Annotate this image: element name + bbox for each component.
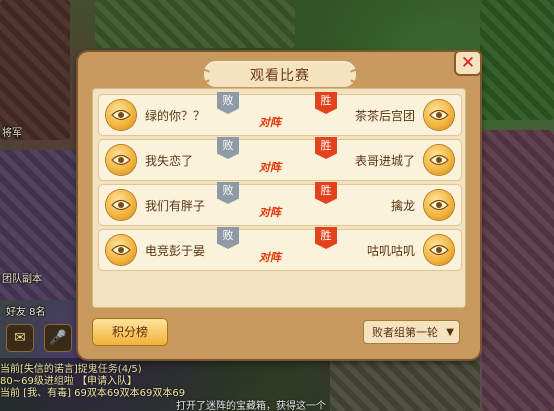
eye-icon [429, 109, 449, 121]
left-player-name: 我们有胖子 [145, 199, 206, 213]
left-player-name: 我失恋了 [145, 154, 194, 168]
round-select-value: 败者组第一轮 [372, 326, 438, 339]
watch-left-button[interactable] [106, 190, 136, 220]
watch-match-dialog: 观看比赛 ✕ 绿的你？？ 败 对阵 胜 茶茶后宫团 我失恋了 败 对阵 胜 表哥… [78, 50, 482, 359]
dialog-title-plate: 观看比赛 [196, 60, 364, 88]
watch-left-button[interactable] [106, 145, 136, 175]
chat-line: 当前 [我、有毒] 69双本69双本69双本69 [0, 388, 186, 399]
bg-label-team-dungeon: 团队副本 [2, 274, 42, 285]
match-row: 绿的你？？ 败 对阵 胜 茶茶后宫团 [98, 92, 462, 136]
chat-line: 打开了迷阵的宝藏箱，获得这一个 [176, 401, 326, 411]
left-player-name: 绿的你？？ [145, 109, 206, 123]
scenery-building-left [0, 0, 70, 140]
vs-label: 对阵 [259, 251, 281, 264]
match-row: 我们有胖子 败 对阵 胜 擒龙 [98, 182, 462, 226]
vs-label: 对阵 [259, 206, 281, 219]
vs-label: 对阵 [259, 161, 281, 174]
scenery-crowd-right [482, 130, 554, 411]
right-player-name: 茶茶后宫团 [354, 109, 415, 123]
bg-label-general: 将军 [2, 128, 22, 139]
watch-right-button[interactable] [424, 190, 454, 220]
match-row: 我失恋了 败 对阵 胜 表哥进城了 [98, 137, 462, 181]
close-icon: ✕ [460, 53, 476, 73]
watch-right-button[interactable] [424, 145, 454, 175]
eye-icon [111, 199, 131, 211]
watch-left-button[interactable] [106, 235, 136, 265]
right-player-name: 表哥进城了 [354, 154, 415, 168]
right-player-name: 咕叽咕叽 [366, 244, 415, 258]
win-flag: 胜 [315, 182, 337, 204]
lose-flag: 败 [217, 182, 239, 204]
eye-icon [111, 109, 131, 121]
eye-icon [111, 154, 131, 166]
eye-icon [429, 244, 449, 256]
vs-label: 对阵 [259, 116, 281, 129]
lose-flag: 败 [217, 92, 239, 114]
dialog-title: 观看比赛 [250, 68, 310, 84]
scenery-tree-right [480, 0, 554, 120]
close-button[interactable]: ✕ [454, 50, 482, 76]
watch-right-button[interactable] [424, 235, 454, 265]
leaderboard-button[interactable]: 积分榜 [92, 318, 168, 346]
watch-right-button[interactable] [424, 100, 454, 130]
microphone-icon[interactable]: 🎤 [44, 324, 72, 352]
win-flag: 胜 [315, 137, 337, 159]
round-select[interactable]: 败者组第一轮 ▼ [363, 320, 460, 344]
eye-icon [429, 154, 449, 166]
win-flag: 胜 [315, 227, 337, 249]
scenery-roof-top [95, 0, 295, 48]
lose-flag: 败 [217, 137, 239, 159]
eye-icon [429, 199, 449, 211]
right-player-name: 擒龙 [390, 199, 415, 213]
lose-flag: 败 [217, 227, 239, 249]
game-scene: 将军 团队副本 好友 8名 ✉ 🎤 当前[失信的诺言]捉鬼任务(4/5) 80~… [0, 0, 554, 411]
eye-icon [111, 244, 131, 256]
chat-icon[interactable]: ✉ [6, 324, 34, 352]
match-row: 电竞彭于晏 败 对阵 胜 咕叽咕叽 [98, 227, 462, 271]
scenery-ground-bottom [330, 358, 480, 411]
chat-panel[interactable]: 当前[失信的诺言]捉鬼任务(4/5) 80~69级进组啦 【申请入队】 当前 [… [0, 358, 330, 411]
dialog-footer: 积分榜 败者组第一轮 ▼ [78, 310, 480, 359]
watch-left-button[interactable] [106, 100, 136, 130]
win-flag: 胜 [315, 92, 337, 114]
chevron-down-icon: ▼ [446, 327, 454, 338]
bg-label-friends: 好友 8名 [6, 307, 46, 318]
left-player-name: 电竞彭于晏 [145, 244, 206, 258]
